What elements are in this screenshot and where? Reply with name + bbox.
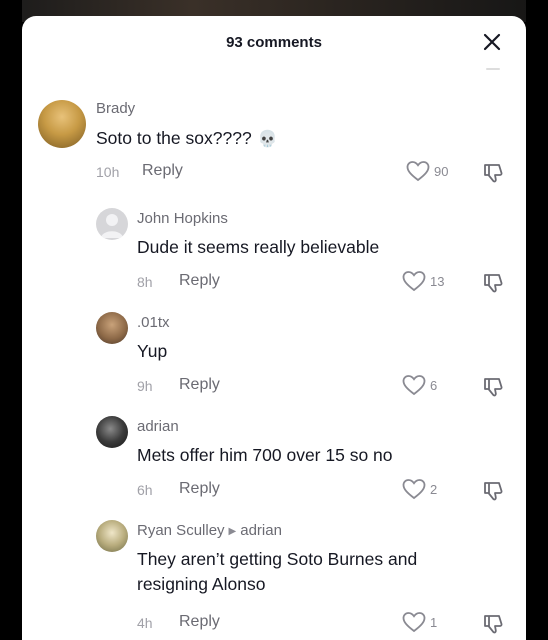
- comment-item: .01tx Yup 9h Reply 6: [22, 308, 526, 412]
- like-count: 2: [430, 481, 438, 497]
- comment-author[interactable]: adrian: [137, 418, 179, 435]
- close-icon[interactable]: [480, 30, 504, 54]
- comment-text: Mets offer him 700 over 15 so no: [137, 445, 393, 465]
- comment-timestamp: 8h: [137, 274, 153, 290]
- heart-icon: [402, 271, 426, 292]
- comment-author[interactable]: Ryan Sculley: [137, 522, 225, 539]
- comment-timestamp: 9h: [137, 378, 153, 394]
- like-count: 13: [430, 273, 445, 289]
- comment-item: adrian Mets offer him 700 over 15 so no …: [22, 412, 526, 516]
- comment-timestamp: 4h: [137, 615, 153, 631]
- comment-author[interactable]: Brady: [96, 100, 135, 117]
- comment-text: Yup: [137, 341, 168, 361]
- like-button[interactable]: 1: [402, 611, 437, 633]
- scroll-indicator: [486, 68, 500, 70]
- reply-button[interactable]: Reply: [179, 376, 220, 394]
- comment-timestamp: 10h: [96, 164, 120, 180]
- dislike-icon[interactable]: [482, 480, 504, 502]
- comment-timestamp: 6h: [137, 482, 153, 498]
- comment-text-line: They aren’t getting Soto Burnes and: [137, 549, 418, 569]
- reply-button[interactable]: Reply: [179, 272, 220, 290]
- comment-text-line: resigning Alonso: [137, 574, 266, 594]
- like-button[interactable]: 2: [402, 478, 437, 500]
- like-count: 1: [430, 614, 438, 630]
- like-button[interactable]: 6: [402, 374, 437, 396]
- comment-author[interactable]: John Hopkins: [137, 210, 228, 227]
- comment-item: Brady Soto to the sox???? 💀 10h Reply 90: [22, 94, 526, 204]
- avatar[interactable]: [96, 416, 128, 448]
- avatar[interactable]: [96, 208, 128, 240]
- comment-text: They aren’t getting Soto Burnes and resi…: [137, 547, 417, 597]
- skull-emoji-icon: 💀: [257, 131, 278, 148]
- heart-icon: [402, 375, 426, 396]
- default-avatar-icon: [101, 214, 123, 238]
- reply-button[interactable]: Reply: [142, 162, 183, 180]
- comment-author-line: Ryan Sculley ▶ adrian: [137, 522, 282, 539]
- reply-button[interactable]: Reply: [179, 480, 220, 498]
- heart-icon: [406, 161, 430, 182]
- avatar[interactable]: [96, 520, 128, 552]
- like-count: 90: [434, 163, 449, 179]
- comment-item: John Hopkins Dude it seems really believ…: [22, 204, 526, 308]
- comments-sheet: 93 comments Brady Soto to the sox???? 💀 1…: [22, 16, 526, 640]
- dislike-icon[interactable]: [482, 272, 504, 294]
- comments-count-title: 93 comments: [226, 34, 322, 51]
- avatar[interactable]: [38, 100, 86, 148]
- dislike-icon[interactable]: [482, 613, 504, 635]
- dislike-icon[interactable]: [482, 376, 504, 398]
- like-button[interactable]: 13: [402, 270, 444, 292]
- reply-arrow-icon: ▶: [228, 526, 237, 537]
- right-backdrop: [526, 0, 548, 640]
- sheet-header: 93 comments: [22, 16, 526, 72]
- heart-icon: [402, 479, 426, 500]
- left-backdrop: [0, 0, 22, 640]
- comment-author[interactable]: .01tx: [137, 314, 170, 331]
- like-button[interactable]: 90: [406, 160, 448, 182]
- heart-icon: [402, 612, 426, 633]
- avatar[interactable]: [96, 312, 128, 344]
- comment-text: Dude it seems really believable: [137, 237, 380, 257]
- reply-button[interactable]: Reply: [179, 613, 220, 631]
- comment-text-content: Soto to the sox????: [96, 128, 252, 148]
- dislike-icon[interactable]: [482, 162, 504, 184]
- reply-to-author[interactable]: adrian: [240, 522, 282, 539]
- comment-item: Ryan Sculley ▶ adrian They aren’t getting …: [22, 516, 526, 640]
- comment-text: Soto to the sox???? 💀: [96, 126, 278, 152]
- like-count: 6: [430, 377, 438, 393]
